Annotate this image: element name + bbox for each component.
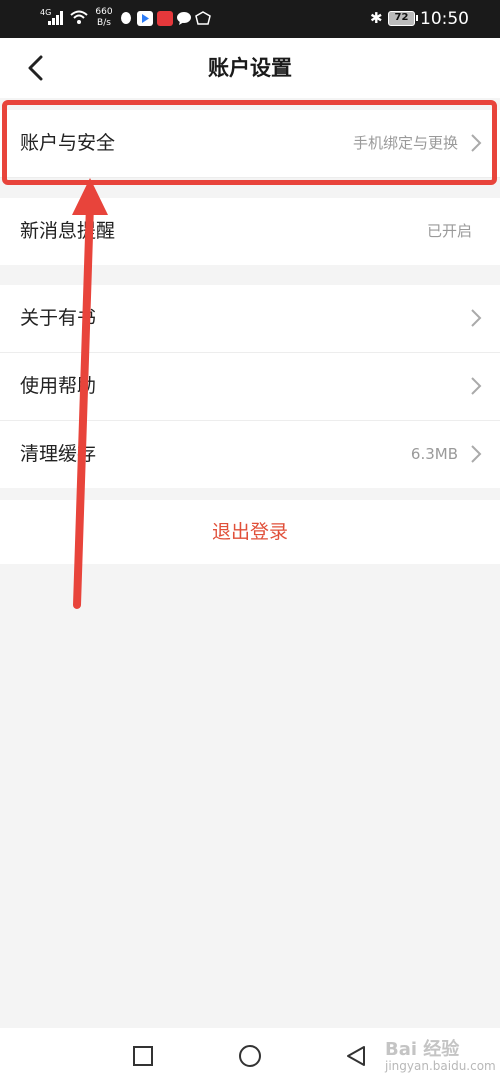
watermark-url: jingyan.baidu.com [385,1059,496,1073]
square-icon[interactable] [131,1044,155,1068]
watermark-logo: Bai 经验 [385,1039,460,1060]
annotation-arrow-icon [72,178,108,609]
watermark: Bai 经验 jingyan.baidu.com [385,1039,496,1076]
circle-icon[interactable] [238,1044,262,1068]
triangle-back-icon[interactable] [344,1044,368,1068]
